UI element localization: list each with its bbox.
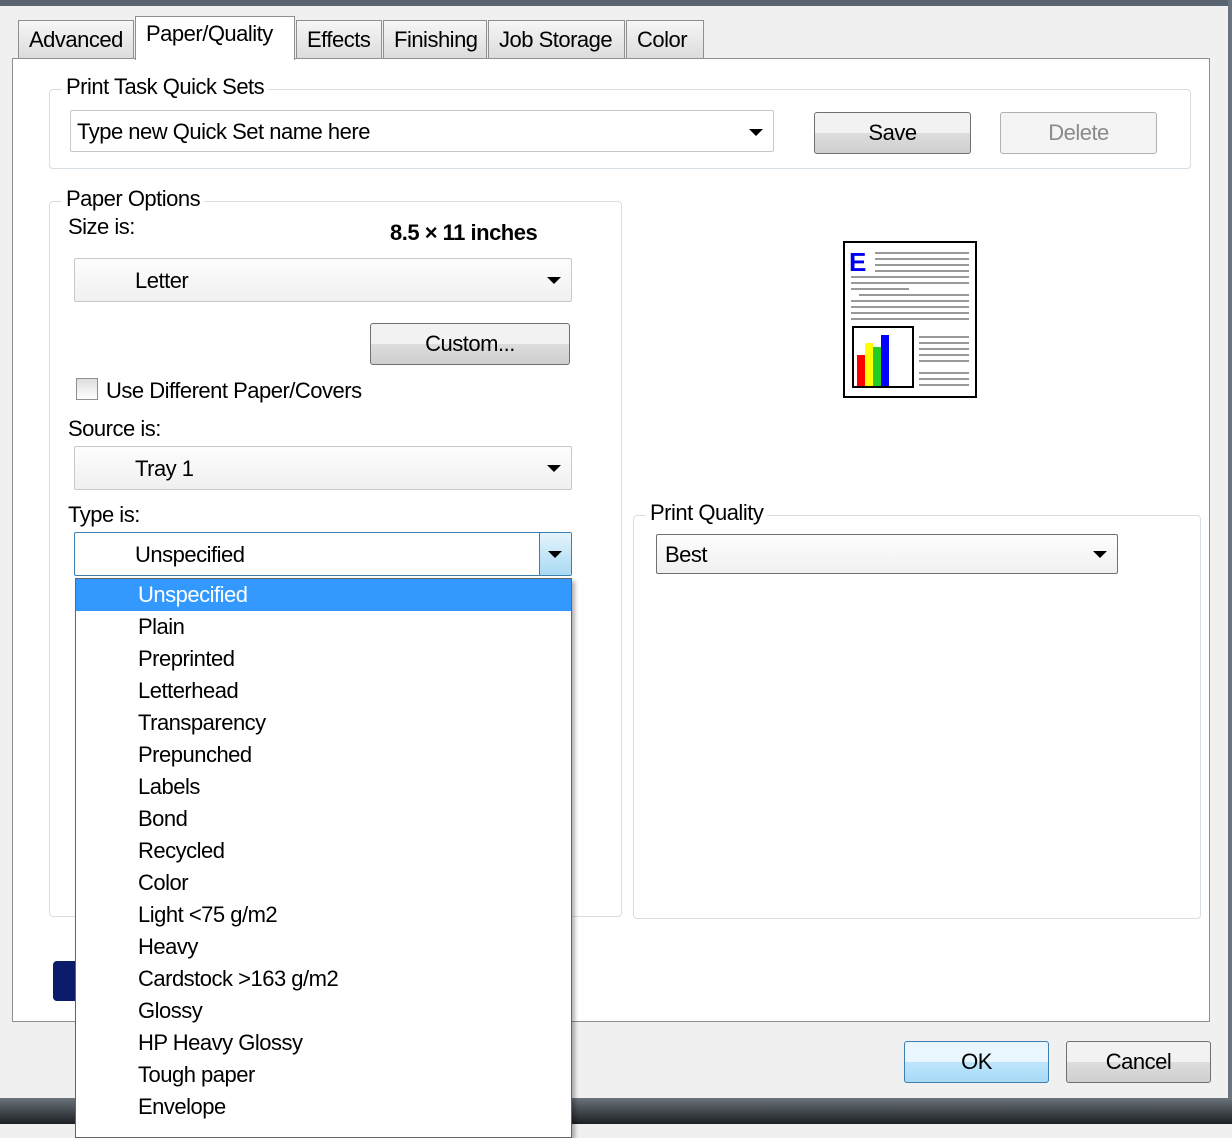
print-quality-select[interactable]: Best: [656, 534, 1118, 574]
chevron-down-icon[interactable]: [749, 129, 763, 136]
tab-paper-quality[interactable]: Paper/Quality: [135, 16, 295, 60]
save-button[interactable]: Save: [814, 112, 971, 154]
chevron-down-icon: [548, 551, 562, 558]
delete-button[interactable]: Delete: [1000, 112, 1157, 154]
tab-job-storage[interactable]: Job Storage: [488, 20, 625, 58]
type-option[interactable]: Color: [76, 867, 571, 899]
type-option[interactable]: Letterhead: [76, 675, 571, 707]
svg-text:E: E: [849, 247, 866, 277]
type-dropdown-list[interactable]: Unspecified Plain Preprinted Letterhead Tran…: [75, 578, 572, 1138]
size-select[interactable]: Letter: [74, 258, 572, 302]
type-option[interactable]: Heavy: [76, 931, 571, 963]
quick-set-input[interactable]: Type new Quick Set name here: [77, 119, 370, 145]
type-option[interactable]: Envelope: [76, 1091, 571, 1123]
chevron-down-icon[interactable]: [547, 277, 561, 284]
document-preview-icon: E: [849, 247, 969, 388]
type-option[interactable]: HP Heavy Glossy: [76, 1027, 571, 1059]
tab-finishing[interactable]: Finishing: [383, 20, 487, 58]
type-option[interactable]: Plain: [76, 611, 571, 643]
custom-button[interactable]: Custom...: [370, 323, 570, 365]
type-option[interactable]: Light <75 g/m2: [76, 899, 571, 931]
print-quality-value: Best: [665, 542, 708, 567]
type-option[interactable]: Preprinted: [76, 643, 571, 675]
window-frame-top: [0, 0, 1232, 6]
different-paper-checkbox[interactable]: [76, 378, 98, 400]
source-select[interactable]: Tray 1: [74, 446, 572, 490]
type-label: Type is:: [68, 502, 140, 527]
cancel-button[interactable]: Cancel: [1066, 1041, 1211, 1083]
type-option[interactable]: Transparency: [76, 707, 571, 739]
quick-sets-group: Print Task Quick Sets Type new Quick Set…: [49, 74, 1191, 169]
window-frame-right: [1228, 0, 1232, 1124]
type-option[interactable]: Cardstock >163 g/m2: [76, 963, 571, 995]
type-select-value: Unspecified: [135, 542, 245, 567]
page-preview-icon: E: [843, 241, 977, 398]
size-label: Size is:: [68, 214, 135, 239]
type-select[interactable]: Unspecified: [74, 532, 572, 576]
paper-options-legend: Paper Options: [62, 186, 205, 212]
size-select-value: Letter: [135, 268, 189, 293]
type-option[interactable]: Bond: [76, 803, 571, 835]
size-value: 8.5 × 11 inches: [390, 220, 538, 245]
quick-sets-legend: Print Task Quick Sets: [62, 74, 269, 100]
source-label: Source is:: [68, 416, 161, 441]
type-option[interactable]: Tough paper: [76, 1059, 571, 1091]
tab-color[interactable]: Color: [626, 20, 704, 58]
type-dropdown-button[interactable]: [539, 533, 571, 575]
type-option[interactable]: Glossy: [76, 995, 571, 1027]
print-quality-group: Print Quality Best: [633, 500, 1201, 919]
type-option[interactable]: Labels: [76, 771, 571, 803]
source-select-value: Tray 1: [135, 456, 194, 481]
different-paper-label[interactable]: Use Different Paper/Covers: [106, 378, 362, 404]
type-option[interactable]: Prepunched: [76, 739, 571, 771]
quick-set-combo[interactable]: Type new Quick Set name here: [70, 110, 774, 152]
chevron-down-icon[interactable]: [547, 465, 561, 472]
print-quality-legend: Print Quality: [646, 500, 768, 526]
type-option[interactable]: Unspecified: [76, 579, 571, 611]
chevron-down-icon[interactable]: [1093, 551, 1107, 558]
ok-button[interactable]: OK: [904, 1041, 1049, 1083]
tab-effects[interactable]: Effects: [296, 20, 382, 58]
type-option[interactable]: Recycled: [76, 835, 571, 867]
tab-advanced[interactable]: Advanced: [18, 20, 134, 58]
